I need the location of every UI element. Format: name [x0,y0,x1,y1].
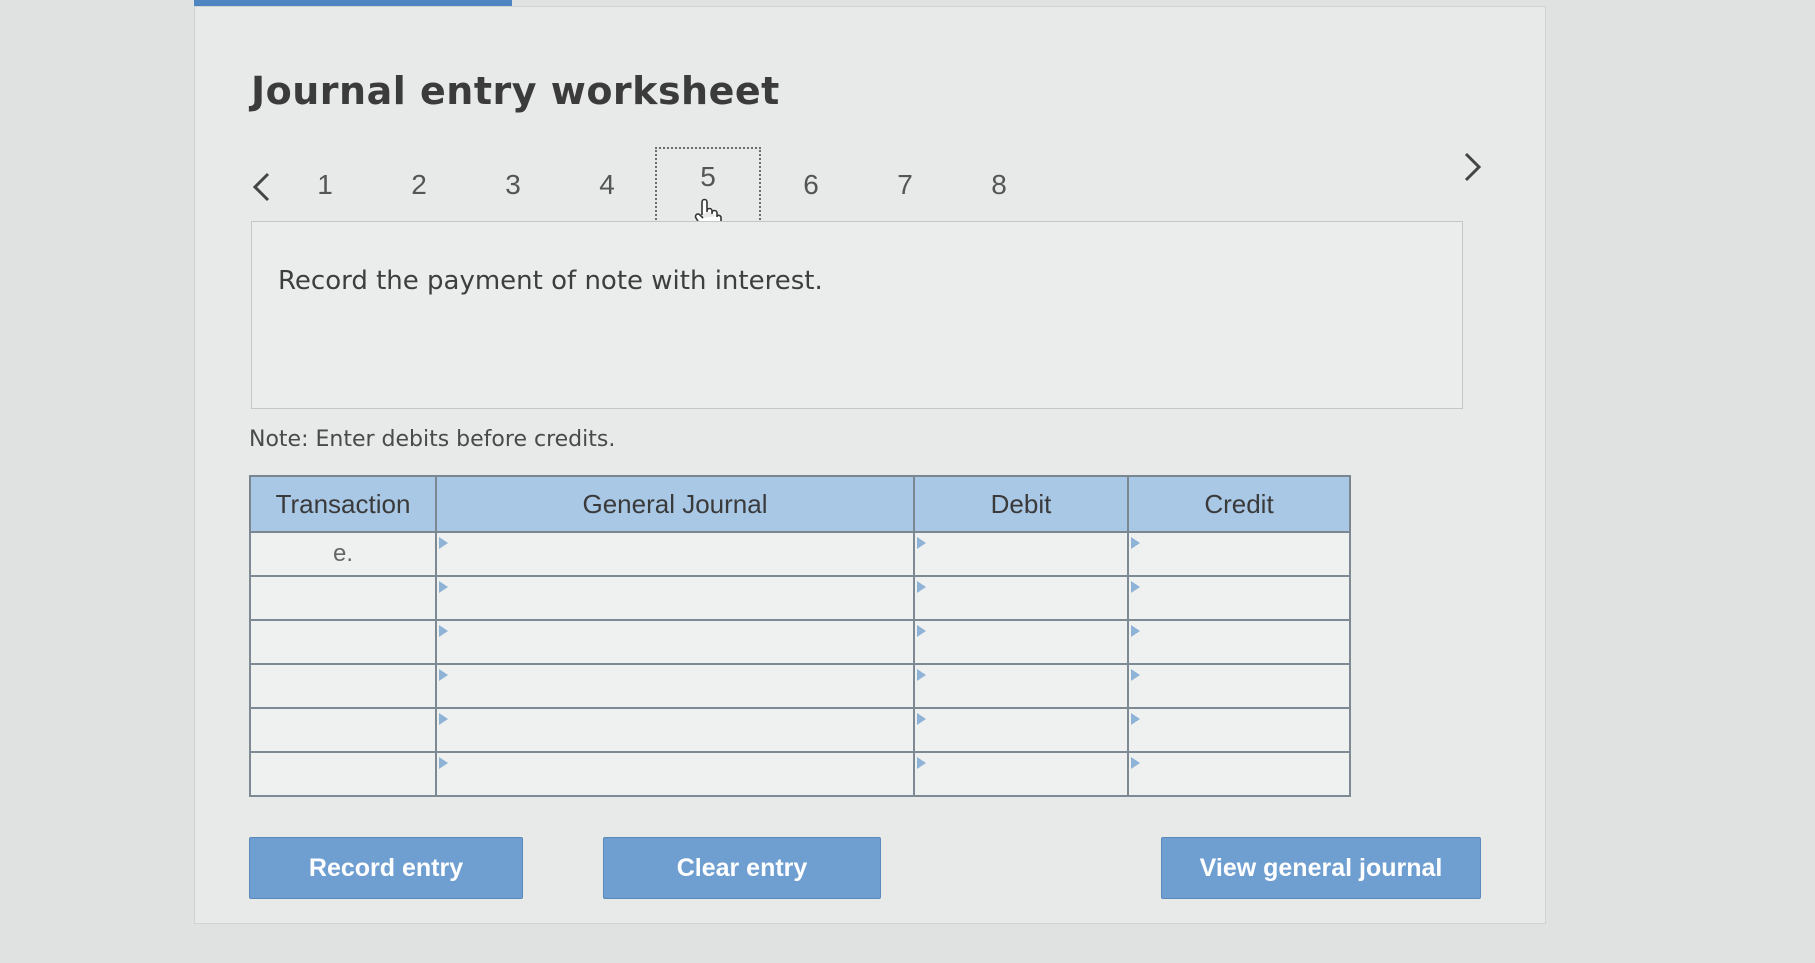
transaction-cell [249,751,437,797]
debit-input[interactable] [913,707,1129,753]
dropdown-marker-icon [917,581,926,593]
dropdown-marker-icon [439,669,448,681]
table-row [249,751,1351,797]
record-entry-button[interactable]: Record entry [249,837,523,899]
account-input[interactable] [435,531,915,577]
step-5-label: 5 [700,161,716,192]
clear-entry-button[interactable]: Clear entry [603,837,881,899]
transaction-cell [249,707,437,753]
dropdown-marker-icon [439,581,448,593]
dropdown-marker-icon [1131,713,1140,725]
credit-input[interactable] [1127,663,1351,709]
dropdown-marker-icon [439,537,448,549]
table-row: e. [249,531,1351,577]
prev-step-button[interactable] [245,167,277,207]
transaction-cell: e. [249,531,437,577]
credit-input[interactable] [1127,751,1351,797]
chevron-right-icon [1464,152,1482,182]
credit-input[interactable] [1127,531,1351,577]
instruction-box: Record the payment of note with interest… [251,221,1463,409]
dropdown-marker-icon [917,625,926,637]
dropdown-marker-icon [439,757,448,769]
step-3[interactable]: 3 [463,157,563,223]
dropdown-marker-icon [1131,669,1140,681]
dropdown-marker-icon [439,713,448,725]
credit-input[interactable] [1127,707,1351,753]
debit-input[interactable] [913,619,1129,665]
account-input[interactable] [435,751,915,797]
next-step-button[interactable] [1457,147,1489,187]
column-header-transaction: Transaction [249,475,437,533]
debit-input[interactable] [913,751,1129,797]
step-8[interactable]: 8 [949,157,1049,223]
dropdown-marker-icon [1131,625,1140,637]
debit-input[interactable] [913,575,1129,621]
worksheet-panel: Journal entry worksheet 1 2 3 4 5 6 7 8 … [194,6,1546,924]
chevron-left-icon [252,172,270,202]
dropdown-marker-icon [1131,537,1140,549]
dropdown-marker-icon [917,537,926,549]
view-general-journal-button[interactable]: View general journal [1161,837,1481,899]
journal-table: Transaction General Journal Debit Credit… [249,475,1351,797]
step-7[interactable]: 7 [855,157,955,223]
account-input[interactable] [435,663,915,709]
dropdown-marker-icon [917,669,926,681]
debit-input[interactable] [913,531,1129,577]
table-header-row: Transaction General Journal Debit Credit [249,475,1351,533]
account-input[interactable] [435,619,915,665]
transaction-cell [249,663,437,709]
table-row [249,707,1351,753]
dropdown-marker-icon [1131,757,1140,769]
table-row [249,575,1351,621]
account-input[interactable] [435,707,915,753]
credit-input[interactable] [1127,619,1351,665]
page-title: Journal entry worksheet [251,69,780,113]
table-row [249,663,1351,709]
note-text: Note: Enter debits before credits. [249,427,616,452]
transaction-cell [249,575,437,621]
dropdown-marker-icon [439,625,448,637]
dropdown-marker-icon [1131,581,1140,593]
credit-input[interactable] [1127,575,1351,621]
step-4[interactable]: 4 [557,157,657,223]
transaction-cell [249,619,437,665]
dropdown-marker-icon [917,713,926,725]
step-2[interactable]: 2 [369,157,469,223]
column-header-credit: Credit [1127,475,1351,533]
dropdown-marker-icon [917,757,926,769]
step-1[interactable]: 1 [275,157,375,223]
column-header-debit: Debit [913,475,1129,533]
instruction-text: Record the payment of note with interest… [278,266,823,296]
column-header-general-journal: General Journal [435,475,915,533]
step-6[interactable]: 6 [761,157,861,223]
account-input[interactable] [435,575,915,621]
debit-input[interactable] [913,663,1129,709]
table-row [249,619,1351,665]
